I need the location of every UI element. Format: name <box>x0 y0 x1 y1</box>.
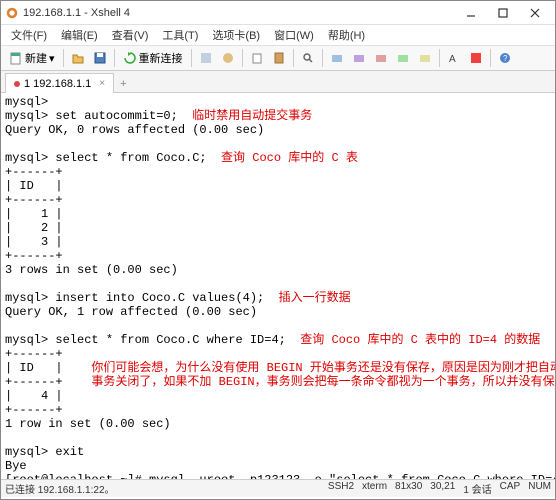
save-button[interactable] <box>90 48 110 68</box>
toolbar: 新建 ▾ 重新连接 A ? <box>1 45 555 71</box>
term-line: mysql> select * from Coco.C where ID=4; <box>5 333 300 347</box>
new-button[interactable]: 新建 ▾ <box>5 48 59 68</box>
status-term: xterm <box>362 481 387 496</box>
term-line: mysql> select * from Coco.C; <box>5 151 221 165</box>
term-line: | ID | <box>5 179 63 193</box>
tool-button-5[interactable] <box>371 48 391 68</box>
svg-text:?: ? <box>503 54 508 63</box>
term-line: +------+ <box>5 165 63 179</box>
status-size: 81x30 <box>395 481 422 496</box>
status-cursor: 30,21 <box>430 481 455 496</box>
help-button[interactable]: ? <box>495 48 515 68</box>
menu-window[interactable]: 窗口(W) <box>268 25 320 45</box>
separator <box>242 49 243 67</box>
term-line: | ID | <box>5 361 91 375</box>
window-title: 192.168.1.1 - Xshell 4 <box>23 7 455 19</box>
svg-text:A: A <box>449 54 456 65</box>
term-line: mysql> set autocommit=0; <box>5 109 192 123</box>
separator <box>63 49 64 67</box>
term-line: mysql> exit <box>5 445 84 459</box>
reconnect-label: 重新连接 <box>139 50 183 66</box>
status-connection: 已连接 192.168.1.1:22。 <box>5 481 328 496</box>
term-line: +------+ <box>5 249 63 263</box>
status-session: 1 会话 <box>463 481 491 496</box>
reconnect-button[interactable]: 重新连接 <box>119 48 187 68</box>
term-line: mysql> insert into Coco.C values(4); <box>5 291 279 305</box>
color-button[interactable] <box>466 48 486 68</box>
menubar: 文件(F) 编辑(E) 查看(V) 工具(T) 选项卡(B) 窗口(W) 帮助(… <box>1 25 555 45</box>
minimize-button[interactable] <box>455 3 487 23</box>
tabbar: 1 192.168.1.1 × + <box>1 71 555 93</box>
term-line: | 3 | <box>5 235 63 249</box>
term-line: Query OK, 1 row affected (0.00 sec) <box>5 305 257 319</box>
annotation: 事务关闭了，如果不加 BEGIN，事务则会把每一条命令都视为一个事务，所以并没有… <box>91 375 555 389</box>
tool-button-6[interactable] <box>393 48 413 68</box>
close-button[interactable] <box>519 3 551 23</box>
separator <box>439 49 440 67</box>
new-tab-button[interactable]: + <box>114 76 132 92</box>
paste-button[interactable] <box>269 48 289 68</box>
term-line: [root@localhost ~]# mysql -uroot -p12312… <box>5 473 555 479</box>
term-line: | 1 | <box>5 207 63 221</box>
menu-edit[interactable]: 编辑(E) <box>55 25 104 45</box>
term-line: +------+ <box>5 193 63 207</box>
term-line: 3 rows in set (0.00 sec) <box>5 263 178 277</box>
tab-label: 1 192.168.1.1 <box>24 78 91 90</box>
tool-button-7[interactable] <box>415 48 435 68</box>
terminal[interactable]: mysql> mysql> set autocommit=0; 临时禁用自动提交… <box>1 93 555 479</box>
menu-file[interactable]: 文件(F) <box>5 25 53 45</box>
app-icon <box>5 6 19 20</box>
term-line: +------+ <box>5 403 63 417</box>
term-line: +------+ <box>5 375 91 389</box>
status-caps: CAP <box>500 481 521 496</box>
dropdown-icon: ▾ <box>49 52 55 65</box>
font-button[interactable]: A <box>444 48 464 68</box>
separator <box>293 49 294 67</box>
term-line: 1 row in set (0.00 sec) <box>5 417 171 431</box>
tool-button-1[interactable] <box>196 48 216 68</box>
menu-help[interactable]: 帮助(H) <box>322 25 371 45</box>
separator <box>490 49 491 67</box>
separator <box>322 49 323 67</box>
menu-tools[interactable]: 工具(T) <box>156 25 204 45</box>
term-line: mysql> <box>5 95 48 109</box>
copy-button[interactable] <box>247 48 267 68</box>
annotation: 你们可能会想，为什么没有使用 BEGIN 开始事务还是没有保存，原因是因为刚才把… <box>91 361 555 375</box>
separator <box>114 49 115 67</box>
status-ssh: SSH2 <box>328 481 354 496</box>
term-line: Bye <box>5 459 27 473</box>
statusbar: 已连接 192.168.1.1:22。 SSH2 xterm 81x30 30,… <box>1 479 555 497</box>
tool-button-4[interactable] <box>349 48 369 68</box>
window-controls <box>455 3 551 23</box>
separator <box>191 49 192 67</box>
annotation: 查询 Coco 库中的 C 表中的 ID=4 的数据 <box>300 333 540 347</box>
term-line: | 2 | <box>5 221 63 235</box>
annotation: 临时禁用自动提交事务 <box>192 109 312 123</box>
annotation: 插入一行数据 <box>279 291 351 305</box>
tool-button-3[interactable] <box>327 48 347 68</box>
new-label: 新建 <box>25 50 47 66</box>
term-line: | 4 | <box>5 389 63 403</box>
titlebar: 192.168.1.1 - Xshell 4 <box>1 1 555 25</box>
status-num: NUM <box>528 481 551 496</box>
term-line: +------+ <box>5 347 63 361</box>
maximize-button[interactable] <box>487 3 519 23</box>
tab-status-icon <box>14 81 20 87</box>
menu-view[interactable]: 查看(V) <box>106 25 155 45</box>
tab-close-icon[interactable]: × <box>99 78 105 89</box>
open-button[interactable] <box>68 48 88 68</box>
find-button[interactable] <box>298 48 318 68</box>
annotation: 查询 Coco 库中的 C 表 <box>221 151 358 165</box>
tool-button-2[interactable] <box>218 48 238 68</box>
term-line: Query OK, 0 rows affected (0.00 sec) <box>5 123 264 137</box>
session-tab[interactable]: 1 192.168.1.1 × <box>5 73 114 93</box>
menu-tab[interactable]: 选项卡(B) <box>206 25 266 45</box>
